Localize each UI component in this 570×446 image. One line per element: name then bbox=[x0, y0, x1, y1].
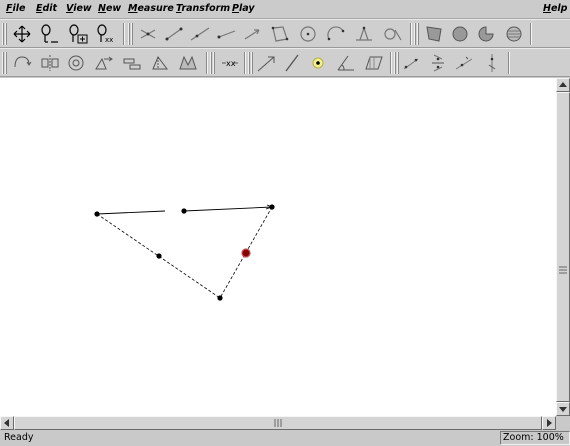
label-text-icon[interactable]: xx bbox=[94, 22, 118, 46]
intersection-icon[interactable] bbox=[136, 22, 160, 46]
point-c[interactable] bbox=[269, 204, 275, 210]
point-selected[interactable] bbox=[241, 248, 251, 258]
drawing-canvas[interactable] bbox=[0, 78, 556, 416]
toolbar-grip[interactable] bbox=[248, 52, 253, 74]
segment-icon[interactable] bbox=[162, 22, 186, 46]
menu-new[interactable]: New bbox=[98, 3, 121, 14]
svg-text:xx: xx bbox=[105, 36, 113, 44]
toolbar-grip[interactable] bbox=[2, 52, 7, 74]
toolbar-separator bbox=[206, 52, 208, 74]
animate-icon[interactable] bbox=[176, 51, 200, 75]
scroll-down-button[interactable] bbox=[556, 402, 570, 416]
toolbar-separator bbox=[123, 23, 125, 45]
measure-2-icon[interactable] bbox=[426, 51, 450, 75]
point-midpoint[interactable] bbox=[156, 253, 162, 259]
label-all-icon[interactable] bbox=[66, 22, 90, 46]
scroll-left-button[interactable] bbox=[0, 416, 14, 430]
dilate-icon[interactable] bbox=[64, 51, 88, 75]
angle-icon[interactable] bbox=[334, 51, 358, 75]
label-tool-icon[interactable] bbox=[38, 22, 62, 46]
menu-transform[interactable]: Transform bbox=[176, 3, 230, 14]
vertical-scroll-thumb[interactable] bbox=[556, 92, 570, 402]
scroll-up-button[interactable] bbox=[556, 78, 570, 92]
svg-text:xx: xx bbox=[226, 59, 236, 68]
geometry-figure bbox=[94, 204, 275, 301]
line-icon[interactable] bbox=[188, 22, 212, 46]
menu-bar: File Edit View New Measure Transform Pla… bbox=[0, 0, 570, 19]
menu-help[interactable]: Help bbox=[543, 3, 567, 14]
measure-1-icon[interactable] bbox=[400, 51, 424, 75]
status-bar: Ready Zoom: 100% bbox=[0, 430, 570, 446]
sector-fill-icon[interactable] bbox=[474, 22, 498, 46]
rotate-icon[interactable] bbox=[10, 51, 34, 75]
toolbar-grip[interactable] bbox=[210, 52, 215, 74]
point-a[interactable] bbox=[94, 211, 100, 217]
measure-4-icon[interactable] bbox=[480, 51, 504, 75]
polygon-fill-icon[interactable] bbox=[422, 22, 446, 46]
ray-icon[interactable] bbox=[214, 22, 238, 46]
toolbar-grip[interactable] bbox=[128, 23, 133, 45]
polygon-icon[interactable] bbox=[268, 22, 292, 46]
segment-top-left[interactable] bbox=[96, 210, 166, 215]
angle-bisector-icon[interactable] bbox=[254, 51, 278, 75]
vertical-scrollbar[interactable] bbox=[556, 78, 570, 416]
arc-icon[interactable] bbox=[324, 22, 348, 46]
segment-top-right[interactable] bbox=[183, 206, 273, 212]
horizontal-scrollbar[interactable] bbox=[0, 416, 556, 430]
toolbar-separator bbox=[410, 23, 412, 45]
vector-icon[interactable] bbox=[240, 22, 264, 46]
menu-play[interactable]: Play bbox=[232, 3, 255, 14]
circle-fill-icon[interactable] bbox=[448, 22, 472, 46]
toolbar-grip[interactable] bbox=[2, 23, 7, 45]
menu-file[interactable]: File bbox=[6, 3, 25, 14]
segment-fill-icon[interactable] bbox=[502, 22, 526, 46]
scrollbar-corner bbox=[556, 416, 570, 430]
status-text: Ready bbox=[4, 432, 34, 443]
menu-view[interactable]: View bbox=[66, 3, 92, 14]
point-icon[interactable] bbox=[306, 51, 330, 75]
scroll-right-button[interactable] bbox=[542, 416, 556, 430]
toolbar-grip[interactable] bbox=[414, 23, 419, 45]
horizontal-scroll-thumb[interactable] bbox=[14, 416, 542, 430]
tangent-icon[interactable] bbox=[380, 22, 404, 46]
toolbar-grip[interactable] bbox=[394, 52, 399, 74]
measure-3-icon[interactable] bbox=[452, 51, 476, 75]
point-d[interactable] bbox=[217, 295, 223, 301]
similar-icon[interactable] bbox=[120, 51, 144, 75]
move-tool-icon[interactable] bbox=[10, 22, 34, 46]
point-b[interactable] bbox=[181, 208, 187, 214]
menu-edit[interactable]: Edit bbox=[36, 3, 57, 14]
toolbar-separator bbox=[508, 52, 510, 74]
menu-measure[interactable]: Measure bbox=[128, 3, 174, 14]
locus-icon[interactable] bbox=[352, 22, 376, 46]
perpendicular-icon[interactable] bbox=[280, 51, 304, 75]
circle-icon[interactable] bbox=[296, 22, 320, 46]
toolbar-separator bbox=[530, 23, 532, 45]
zoom-level: Zoom: 100% bbox=[500, 431, 570, 445]
reflect-icon[interactable] bbox=[38, 51, 62, 75]
translate-icon[interactable] bbox=[92, 51, 116, 75]
parallelogram-icon[interactable] bbox=[362, 51, 386, 75]
toolbar-separator bbox=[244, 52, 246, 74]
symmetry-icon[interactable]: xx bbox=[218, 51, 242, 75]
toolbar-separator bbox=[390, 52, 392, 74]
toolbar-transform: xx bbox=[0, 48, 570, 77]
shear-icon[interactable] bbox=[148, 51, 172, 75]
toolbar-construct: xx bbox=[0, 19, 570, 48]
